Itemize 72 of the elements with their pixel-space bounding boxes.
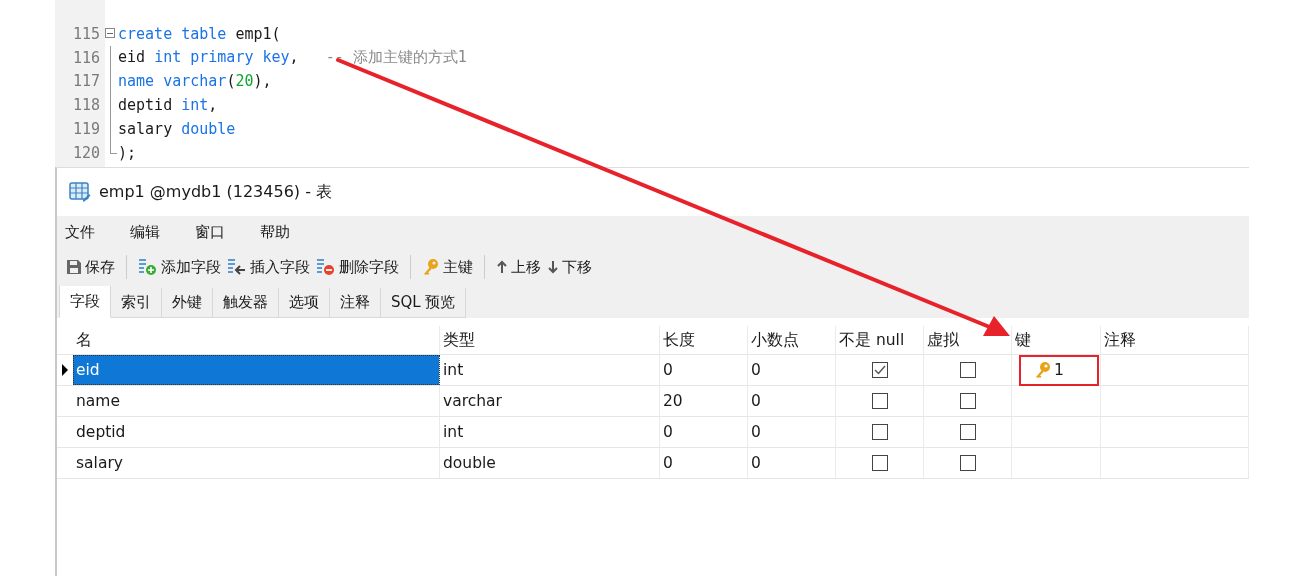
- table-cell[interactable]: name: [73, 386, 440, 416]
- table-icon: [69, 182, 91, 202]
- checkbox[interactable]: [959, 393, 976, 409]
- code-line: salary double: [118, 120, 236, 139]
- table-cell[interactable]: 20: [660, 386, 748, 416]
- tab[interactable]: 索引: [111, 288, 162, 318]
- save-icon: [66, 259, 82, 275]
- tab[interactable]: 字段: [59, 286, 111, 318]
- tab[interactable]: 注释: [330, 288, 381, 318]
- column-header[interactable]: 名: [73, 326, 440, 354]
- checkbox[interactable]: [871, 455, 888, 471]
- code-line: create table emp1(: [118, 24, 281, 43]
- line-number: 115: [71, 24, 100, 43]
- line-number: 120: [71, 143, 100, 162]
- table-cell[interactable]: 0: [748, 417, 836, 447]
- menu-item[interactable]: 窗口: [195, 222, 242, 242]
- checkbox[interactable]: [871, 393, 888, 409]
- key-icon: [422, 258, 440, 276]
- window-title: emp1 @mydb1 (123456) - 表: [99, 181, 332, 203]
- toolbar-button[interactable]: 删除字段: [313, 252, 402, 282]
- column-header[interactable]: 小数点: [748, 326, 836, 354]
- line-number: 117: [71, 72, 100, 91]
- table-cell[interactable]: double: [440, 448, 660, 478]
- checkbox[interactable]: [959, 362, 976, 378]
- checkbox[interactable]: [871, 362, 888, 378]
- line-number: 119: [71, 120, 100, 139]
- table-cell[interactable]: deptid: [73, 417, 440, 447]
- menu-item[interactable]: 帮助: [260, 222, 307, 242]
- toolbar-button[interactable]: 添加字段: [135, 252, 224, 282]
- column-header[interactable]: 注释: [1101, 326, 1249, 354]
- column-header[interactable]: 不是 null: [836, 326, 924, 354]
- insert-field-icon: [227, 258, 247, 276]
- code-line: name varchar(20),: [118, 72, 272, 91]
- collapse-icon[interactable]: [105, 28, 115, 38]
- table-cell[interactable]: 0: [660, 355, 748, 385]
- add-field-icon: [138, 258, 158, 276]
- column-header[interactable]: 类型: [440, 326, 660, 354]
- table-cell[interactable]: 0: [660, 448, 748, 478]
- arrow-up-icon: [496, 260, 508, 274]
- checkbox[interactable]: [959, 455, 976, 471]
- table-cell[interactable]: int: [440, 417, 660, 447]
- key-position: 1: [1054, 361, 1064, 379]
- toolbar-button[interactable]: 上移: [493, 252, 544, 282]
- tab[interactable]: 外键: [162, 288, 213, 318]
- tab[interactable]: 选项: [279, 288, 330, 318]
- table-cell[interactable]: varchar: [440, 386, 660, 416]
- column-header[interactable]: 键: [1012, 326, 1101, 354]
- checkbox[interactable]: [871, 424, 888, 440]
- tab[interactable]: 触发器: [213, 288, 279, 318]
- table-cell[interactable]: eid: [73, 355, 440, 385]
- checkbox[interactable]: [959, 424, 976, 440]
- line-number: 116: [71, 48, 100, 67]
- code-line: deptid int,: [118, 96, 218, 115]
- table-cell[interactable]: 0: [748, 355, 836, 385]
- menu-item[interactable]: 文件: [65, 222, 112, 242]
- line-number: 118: [71, 96, 100, 115]
- toolbar-button[interactable]: 插入字段: [224, 252, 313, 282]
- table-cell[interactable]: 0: [748, 386, 836, 416]
- tab[interactable]: SQL 预览: [381, 288, 467, 318]
- column-header[interactable]: 长度: [660, 326, 748, 354]
- table-cell[interactable]: int: [440, 355, 660, 385]
- code-line: eid int primary key, -- 添加主键的方式1: [118, 48, 467, 68]
- table-cell[interactable]: 0: [660, 417, 748, 447]
- toolbar-button[interactable]: 下移: [544, 252, 595, 282]
- toolbar-button[interactable]: 主键: [419, 252, 476, 282]
- delete-field-icon: [316, 258, 336, 276]
- code-line: );: [118, 143, 137, 162]
- table-cell[interactable]: 0: [748, 448, 836, 478]
- arrow-down-icon: [547, 260, 559, 274]
- toolbar-button[interactable]: 保存: [63, 252, 118, 282]
- menu-item[interactable]: 编辑: [130, 222, 177, 242]
- table-cell[interactable]: salary: [73, 448, 440, 478]
